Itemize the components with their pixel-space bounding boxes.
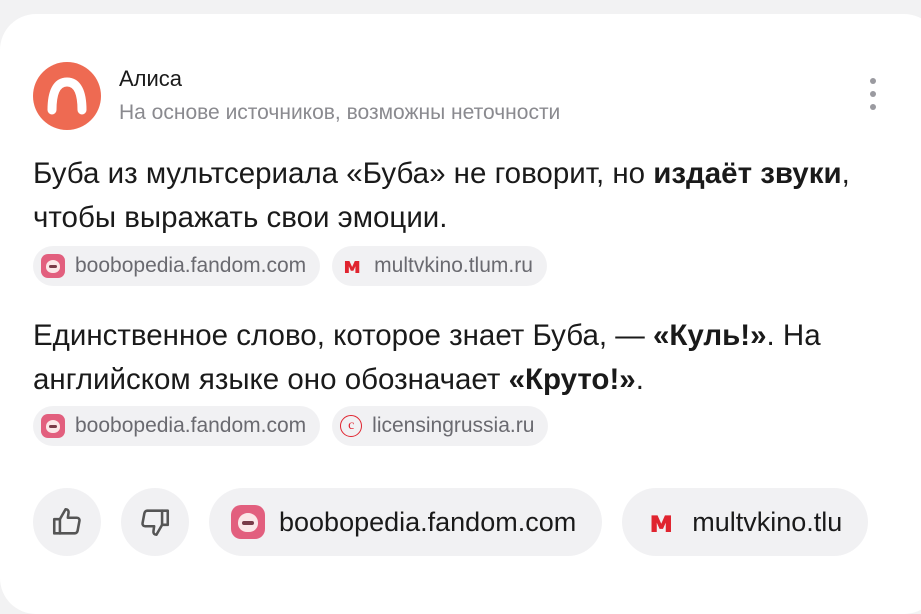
more-options-icon[interactable] [858, 74, 888, 114]
answer-paragraph-2: Единственное слово, которое знает Буба, … [33, 314, 893, 402]
source-chips-1: boobopedia.fandom.com м multvkino.tlum.r… [33, 246, 547, 286]
booba-favicon-icon [41, 414, 65, 438]
paragraph-text: . [635, 363, 644, 396]
source-label: licensingrussia.ru [372, 414, 535, 437]
source-label: boobopedia.fandom.com [75, 254, 307, 277]
c-favicon-icon: c [340, 415, 363, 437]
like-button[interactable] [33, 488, 101, 556]
assistant-name: Алиса [119, 66, 183, 91]
paragraph-text: Буба из мультсериала «Буба» не говорит, … [33, 157, 654, 190]
thumbs-down-icon [141, 509, 170, 537]
source-chip[interactable]: м multvkino.tlum.ru [332, 246, 547, 286]
source-button[interactable]: м multvkino.tlu [622, 488, 869, 556]
source-label: multvkino.tlu [692, 506, 843, 537]
source-label: boobopedia.fandom.com [279, 506, 577, 537]
dislike-button[interactable] [121, 488, 189, 556]
m-favicon-icon: м [343, 253, 362, 279]
paragraph-text: Единственное слово, которое знает Буба, … [33, 319, 653, 352]
alice-logo-icon [33, 62, 101, 130]
source-chips-2: boobopedia.fandom.com c licensingrussia.… [33, 406, 549, 446]
source-chip[interactable]: boobopedia.fandom.com [33, 246, 321, 286]
paragraph-bold-text: издаёт звуки [653, 157, 842, 190]
m-favicon-icon: м [648, 504, 674, 540]
source-chip[interactable]: boobopedia.fandom.com [33, 406, 321, 446]
thumbs-up-icon [52, 507, 81, 535]
disclaimer-text: На основе источников, возможны неточност… [119, 101, 561, 124]
source-button[interactable]: boobopedia.fandom.com [209, 488, 603, 556]
source-label: multvkino.tlum.ru [374, 254, 533, 277]
source-chip[interactable]: c licensingrussia.ru [332, 406, 549, 446]
booba-favicon-icon [231, 505, 265, 539]
booba-favicon-icon [41, 254, 65, 278]
answer-paragraph-1: Буба из мультсериала «Буба» не говорит, … [33, 152, 893, 240]
bottom-actions: boobopedia.fandom.com м multvkino.tlu [33, 488, 869, 556]
paragraph-bold-text: «Куль!» [652, 319, 767, 352]
source-label: boobopedia.fandom.com [75, 414, 307, 437]
paragraph-bold-text: «Круто!» [508, 363, 636, 396]
